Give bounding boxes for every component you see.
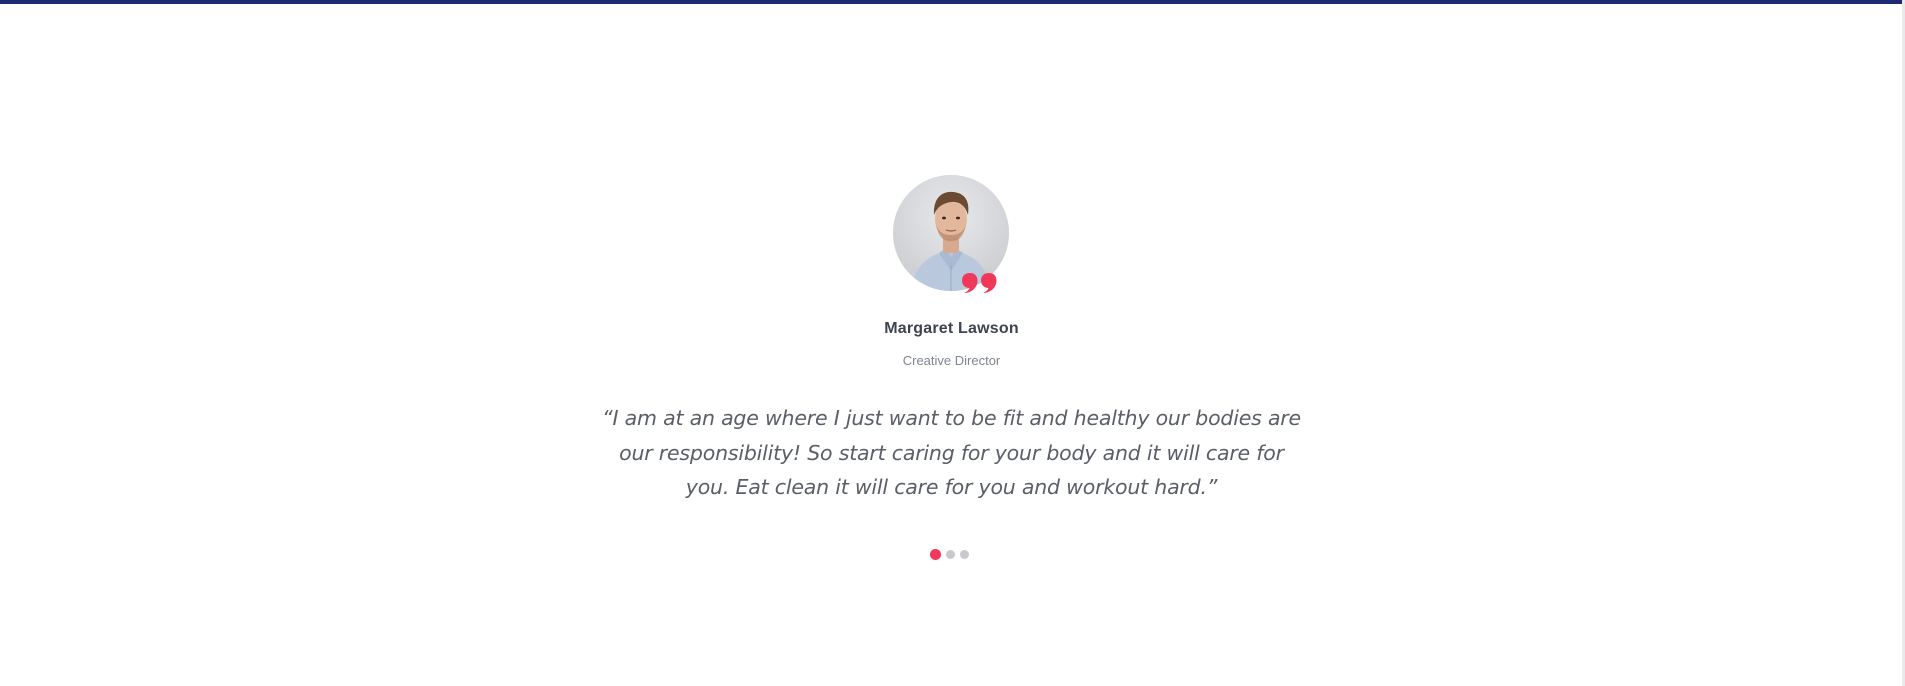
testimonial-page: Margaret Lawson Creative Director “I am … xyxy=(0,0,1905,686)
slider-dot-3[interactable] xyxy=(960,550,969,559)
testimonial-author-role: Creative Director xyxy=(902,353,1001,368)
slider-dot-1[interactable] xyxy=(930,549,941,560)
slider-dot-2[interactable] xyxy=(946,550,955,559)
quote-marks-icon xyxy=(962,273,997,293)
slider-pagination xyxy=(930,549,969,560)
testimonial-author-name: Margaret Lawson xyxy=(884,320,1019,337)
avatar-container xyxy=(893,175,1009,293)
testimonial-slider: Margaret Lawson Creative Director “I am … xyxy=(0,0,1905,686)
testimonial-quote: “I am at an age where I just want to be … xyxy=(602,406,1301,499)
